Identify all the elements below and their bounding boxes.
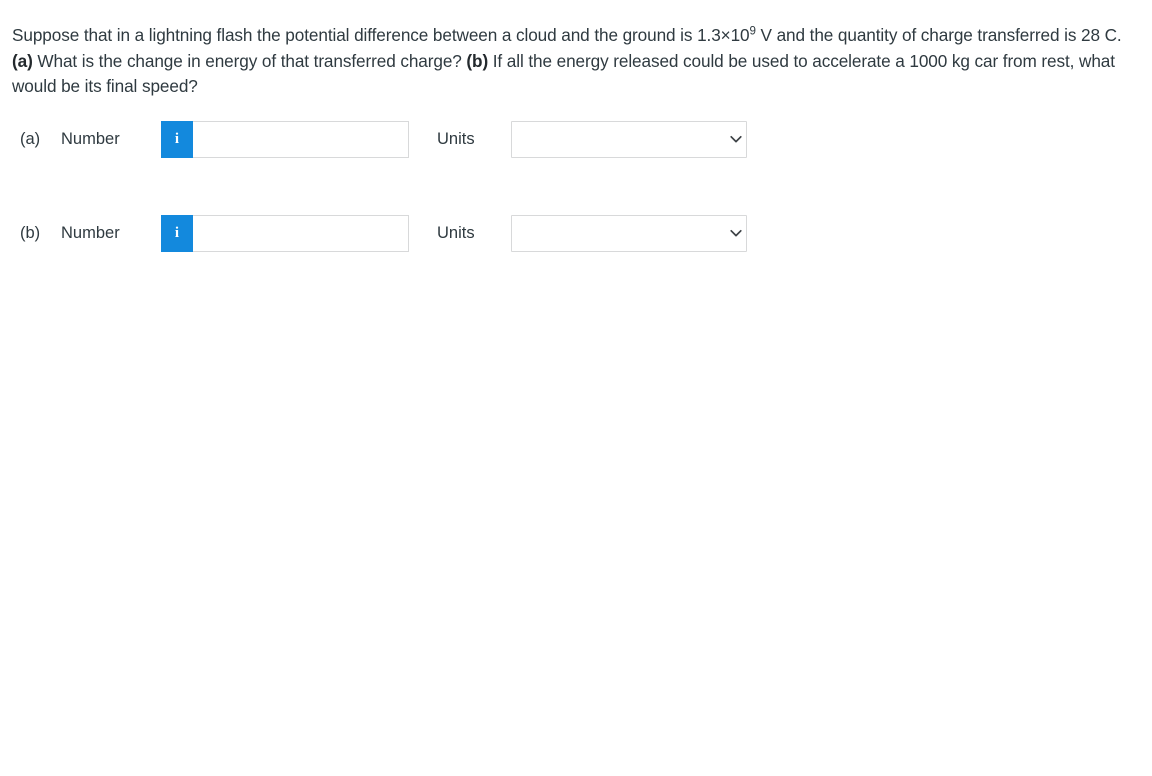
answer-row-a-number-label: Number	[61, 129, 120, 148]
answer-row-a-input-group: i	[161, 121, 409, 158]
info-icon: i	[174, 225, 180, 241]
question-text-part-1: Suppose that in a lightning flash the po…	[12, 25, 750, 46]
question-text-part-2: V and the quantity of charge transferred…	[755, 25, 1122, 46]
answer-row-a-letter: (a)	[20, 129, 41, 148]
info-icon-button-a[interactable]: i	[161, 121, 193, 158]
answer-row-b-letter: (b)	[20, 223, 41, 242]
answer-row-a-units-select[interactable]	[511, 121, 747, 158]
answer-row-a-units-label: Units	[437, 129, 475, 148]
answer-row-b: (b) Number i Units	[0, 213, 1152, 253]
answer-row-b-units-select[interactable]	[511, 215, 747, 252]
answer-row-a-number-input[interactable]	[193, 121, 409, 158]
answer-row-b-number-input[interactable]	[193, 215, 409, 252]
answer-row-b-input-group: i	[161, 215, 409, 252]
question-marker-b: (b)	[466, 50, 489, 71]
question-statement: Suppose that in a lightning flash the po…	[12, 23, 1132, 100]
info-icon: i	[174, 131, 180, 147]
answer-row-b-units-label: Units	[437, 223, 475, 242]
question-text-part-3: What is the change in energy of that tra…	[32, 50, 467, 71]
answer-row-b-number-label: Number	[61, 223, 120, 242]
answer-row-a: (a) Number i Units	[0, 119, 1152, 159]
info-icon-button-b[interactable]: i	[161, 215, 193, 252]
question-marker-a: (a)	[12, 50, 33, 71]
